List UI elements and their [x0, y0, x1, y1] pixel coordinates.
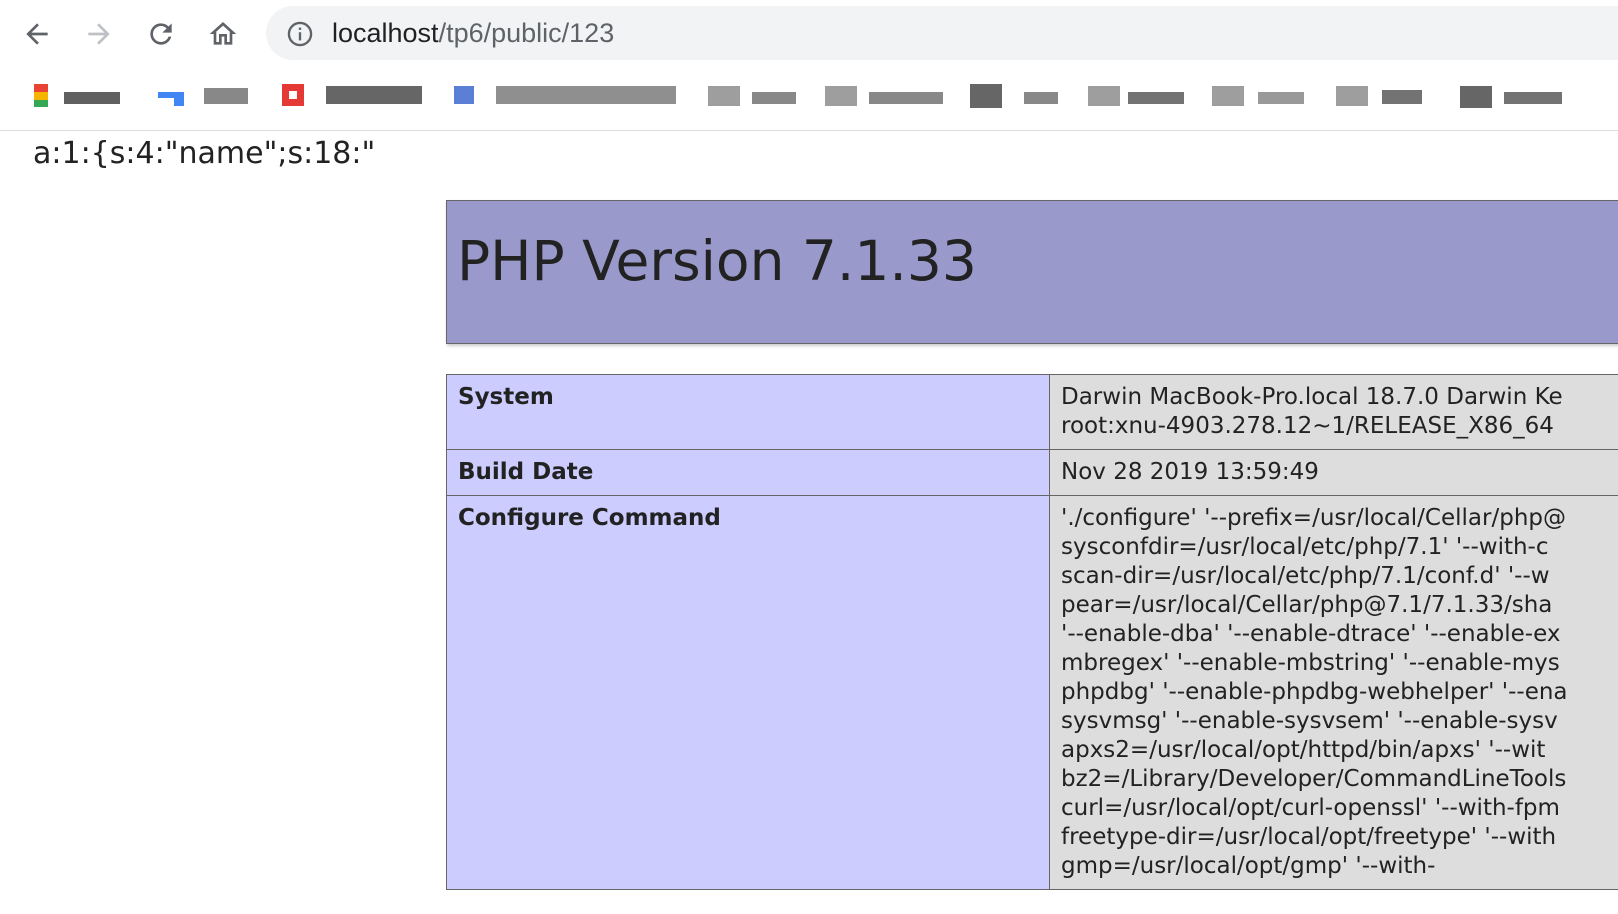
bookmark-item[interactable]	[1088, 84, 1188, 110]
bookmark-item[interactable]	[156, 84, 248, 110]
value-line: bz2=/Library/Developer/CommandLineTools	[1061, 766, 1567, 792]
reload-icon	[150, 23, 172, 45]
url-host: localhost	[332, 18, 439, 48]
row-value: Darwin MacBook-Pro.local 18.7.0 Darwin K…	[1049, 374, 1618, 450]
row-value: Nov 28 2019 13:59:49	[1049, 449, 1618, 496]
value-line: curl=/usr/local/opt/curl-openssl' '--wit…	[1061, 795, 1560, 821]
php-version-title: PHP Version 7.1.33	[457, 229, 977, 293]
value-line: mbregex' '--enable-mbstring' '--enable-m…	[1061, 650, 1560, 676]
bookmark-item[interactable]	[970, 84, 1060, 110]
table-row: Configure Command './configure' '--prefi…	[446, 495, 1618, 890]
value-line: pear=/usr/local/Cellar/php@7.1/7.1.33/sh…	[1061, 592, 1553, 618]
row-label: System	[446, 374, 1050, 450]
phpinfo-table: System Darwin MacBook-Pro.local 18.7.0 D…	[446, 374, 1618, 890]
home-button[interactable]	[203, 14, 243, 54]
value-line: '--enable-dba' '--enable-dtrace' '--enab…	[1061, 621, 1561, 647]
value-line: apxs2=/usr/local/opt/httpd/bin/apxs' '--…	[1061, 737, 1546, 763]
bookmark-item[interactable]	[1212, 84, 1306, 110]
value-line: freetype-dir=/usr/local/opt/freetype' '-…	[1061, 824, 1557, 850]
back-button[interactable]	[17, 14, 57, 54]
value-line: gmp=/usr/local/opt/gmp' '--with-	[1061, 853, 1436, 879]
value-line: sysconfdir=/usr/local/etc/php/7.1' '--wi…	[1061, 534, 1549, 560]
value-line: root:xnu-4903.278.12~1/RELEASE_X86_64	[1061, 413, 1554, 439]
row-value: './configure' '--prefix=/usr/local/Cella…	[1049, 495, 1618, 890]
serialized-output-text: a:1:{s:4:"name";s:18:"	[33, 136, 376, 171]
browser-toolbar: localhost/tp6/public/123	[0, 0, 1618, 68]
table-row: System Darwin MacBook-Pro.local 18.7.0 D…	[446, 374, 1618, 450]
row-label: Configure Command	[446, 495, 1050, 890]
row-label: Build Date	[446, 449, 1050, 496]
reload-button[interactable]	[141, 14, 181, 54]
bookmark-item[interactable]	[1336, 84, 1426, 110]
bookmark-item[interactable]	[282, 84, 428, 110]
forward-arrow-icon	[88, 23, 110, 45]
url-text[interactable]: localhost/tp6/public/123	[332, 14, 614, 52]
info-icon[interactable]	[286, 20, 314, 48]
value-line: sysvmsg' '--enable-sysvsem' '--enable-sy…	[1061, 708, 1558, 734]
value-line: scan-dir=/usr/local/etc/php/7.1/conf.d' …	[1061, 563, 1550, 589]
value-line: './configure' '--prefix=/usr/local/Cella…	[1061, 505, 1566, 531]
forward-button[interactable]	[79, 14, 119, 54]
home-icon	[209, 22, 237, 45]
back-arrow-icon	[26, 23, 48, 45]
value-line: Nov 28 2019 13:59:49	[1061, 459, 1319, 485]
bookmark-item[interactable]	[32, 84, 124, 110]
bookmark-item[interactable]	[708, 84, 798, 110]
url-path: /tp6/public/123	[438, 18, 615, 48]
bookmark-item[interactable]	[825, 84, 945, 110]
bookmarks-bar	[0, 68, 1618, 131]
bookmark-item[interactable]	[452, 84, 682, 110]
bookmark-item[interactable]	[1460, 84, 1564, 110]
table-row: Build Date Nov 28 2019 13:59:49	[446, 449, 1618, 496]
value-line: Darwin MacBook-Pro.local 18.7.0 Darwin K…	[1061, 384, 1563, 410]
value-line: phpdbg' '--enable-phpdbg-webhelper' '--e…	[1061, 679, 1568, 705]
